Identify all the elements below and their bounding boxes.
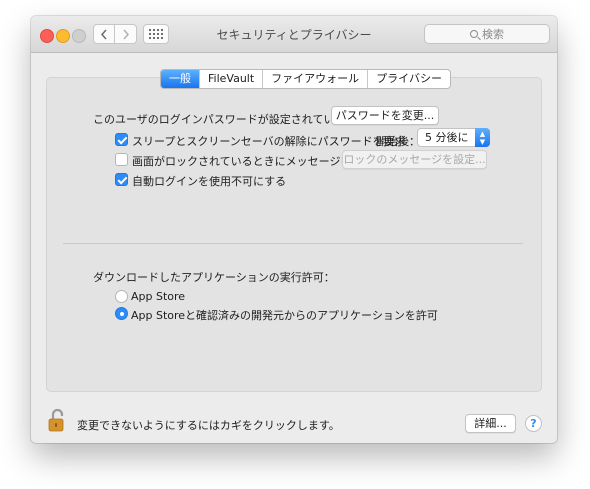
identified-developers-label: App Storeと確認済みの開発元からのアプリケーションを許可	[131, 309, 438, 322]
password-status-text: このユーザのログインパスワードが設定されています	[93, 113, 357, 126]
disable-autologin-label: 自動ログインを使用不可にする	[132, 175, 287, 188]
delay-label: 開始後：	[376, 135, 420, 148]
lock-open-icon[interactable]	[48, 408, 68, 432]
search-placeholder: 検索	[482, 28, 504, 41]
show-message-label: 画面がロックされているときにメッセージを表示	[132, 155, 374, 168]
help-icon: ?	[530, 417, 537, 430]
help-button[interactable]: ?	[525, 415, 542, 432]
back-button[interactable]	[93, 24, 115, 44]
show-message-checkbox[interactable]	[115, 153, 128, 166]
chevron-left-icon	[100, 29, 107, 39]
identified-developers-radio[interactable]	[115, 307, 128, 320]
require-password-label: スリープとスクリーンセーバの解除にパスワードを要求	[132, 135, 406, 148]
grid-icon	[149, 29, 163, 39]
tab-bar: 一般 FileVault ファイアウォール プライバシー	[160, 69, 451, 89]
stepper-arrows-icon: ▲ ▼	[475, 128, 490, 147]
set-lock-message-button[interactable]: ロックのメッセージを設定...	[342, 150, 487, 169]
disable-autologin-checkbox[interactable]	[115, 173, 128, 186]
forward-button[interactable]	[115, 24, 137, 44]
show-all-button[interactable]	[143, 24, 169, 44]
tab-filevault[interactable]: FileVault	[199, 70, 262, 88]
app-store-label: App Store	[131, 290, 186, 303]
downloads-heading: ダウンロードしたアプリケーションの実行許可：	[93, 271, 335, 284]
advanced-button[interactable]: 詳細...	[465, 414, 516, 433]
minimize-button[interactable]	[56, 29, 70, 43]
search-field[interactable]: 検索	[424, 24, 550, 44]
app-store-radio[interactable]	[115, 290, 128, 303]
preferences-window: セキュリティとプライバシー 検索 一般 FileVault ファイアウォール プ…	[31, 16, 557, 443]
require-password-checkbox[interactable]	[115, 133, 128, 146]
zoom-button[interactable]	[72, 29, 86, 43]
close-button[interactable]	[40, 29, 54, 43]
chevron-right-icon	[122, 29, 129, 39]
lock-instruction-text: 変更できないようにするにはカギをクリックします。	[77, 419, 340, 432]
title-bar: セキュリティとプライバシー 検索	[31, 16, 557, 53]
delay-value: 5 分後に	[425, 131, 469, 144]
tab-general[interactable]: 一般	[161, 70, 199, 88]
change-password-button[interactable]: パスワードを変更...	[331, 106, 439, 125]
delay-select[interactable]: 5 分後に ▲ ▼	[417, 128, 490, 147]
section-divider	[63, 243, 523, 244]
tab-firewall[interactable]: ファイアウォール	[262, 70, 367, 88]
search-icon	[470, 30, 478, 38]
tab-privacy[interactable]: プライバシー	[367, 70, 450, 88]
